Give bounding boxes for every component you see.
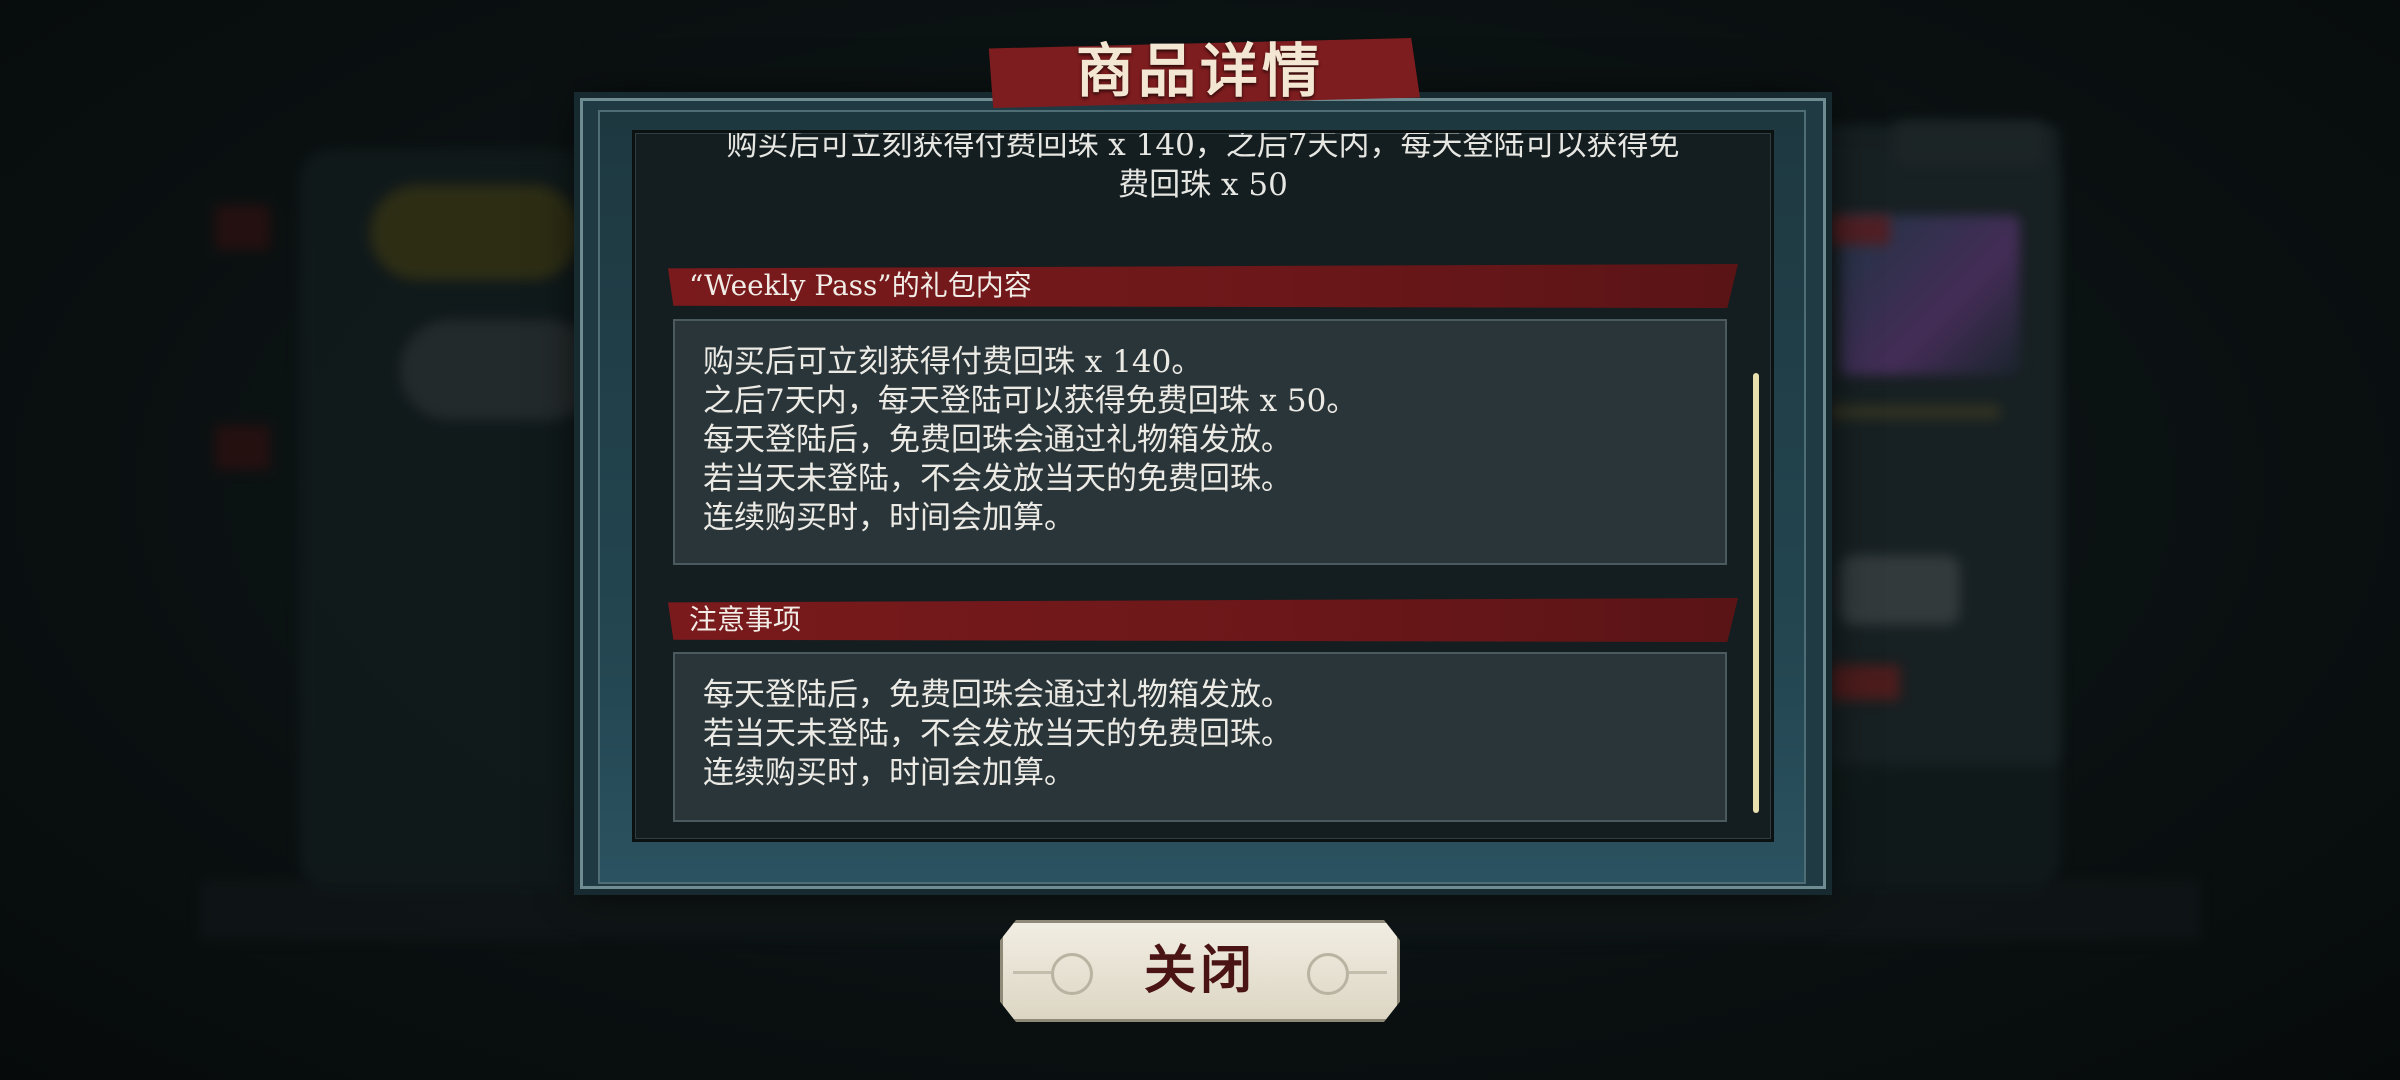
intro-line: 费回珠 x 50 [1118,167,1288,203]
notes-box: 每天登陆后，免费回珠会通过礼物箱发放。 若当天未登陆，不会发放当天的免费回珠。 … [673,652,1727,822]
dialog-title: 商品详情 [1075,37,1324,105]
package-line: 每天登陆后，免费回珠会通过礼物箱发放。 [703,422,1292,458]
game-screen: 购买后可立刻获得付费回珠 x 140，之后7天内，每天登陆可以获得免 费回珠 x… [0,0,2400,1080]
section-header-bar [668,598,1738,642]
notes-line: 每天登陆后，免费回珠会通过礼物箱发放。 [703,677,1292,713]
section-title-notes: 注意事项 [689,603,802,636]
package-line: 之后7天内，每天登陆可以获得免费回珠 x 50。 [703,383,1358,419]
notes-line: 若当天未登陆，不会发放当天的免费回珠。 [703,716,1292,752]
package-line: 购买后可立刻获得付费回珠 x 140。 [703,344,1203,380]
dialog-content-scroll[interactable]: 购买后可立刻获得付费回珠 x 140，之后7天内，每天登陆可以获得免 费回珠 x… [632,130,1774,842]
package-line: 连续购买时，时间会加算。 [703,500,1075,536]
close-button[interactable]: 关闭 [1000,920,1400,1022]
package-line: 若当天未登陆，不会发放当天的免费回珠。 [703,461,1292,497]
package-contents-box: 购买后可立刻获得付费回珠 x 140。 之后7天内，每天登陆可以获得免费回珠 x… [673,319,1727,565]
intro-text: 购买后可立刻获得付费回珠 x 140，之后7天内，每天登陆可以获得免 费回珠 x… [635,130,1771,205]
scrollbar-thumb[interactable] [1753,373,1759,813]
intro-line: 购买后可立刻获得付费回珠 x 140，之后7天内，每天登陆可以获得免 [726,130,1680,163]
close-button-label: 关闭 [1143,940,1256,1001]
notes-line: 连续购买时，时间会加算。 [703,755,1075,791]
section-title-package: “Weekly Pass”的礼包内容 [689,269,1032,302]
